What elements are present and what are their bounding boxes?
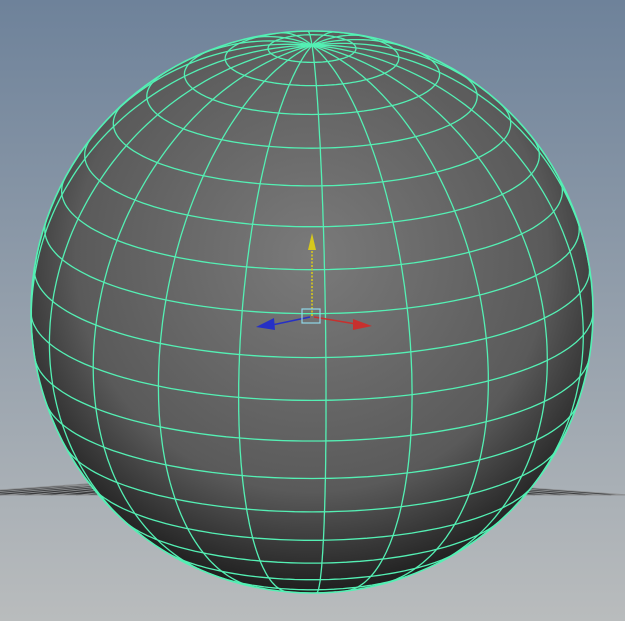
viewport-canvas[interactable] — [0, 0, 625, 621]
3d-viewport[interactable] — [0, 0, 625, 621]
